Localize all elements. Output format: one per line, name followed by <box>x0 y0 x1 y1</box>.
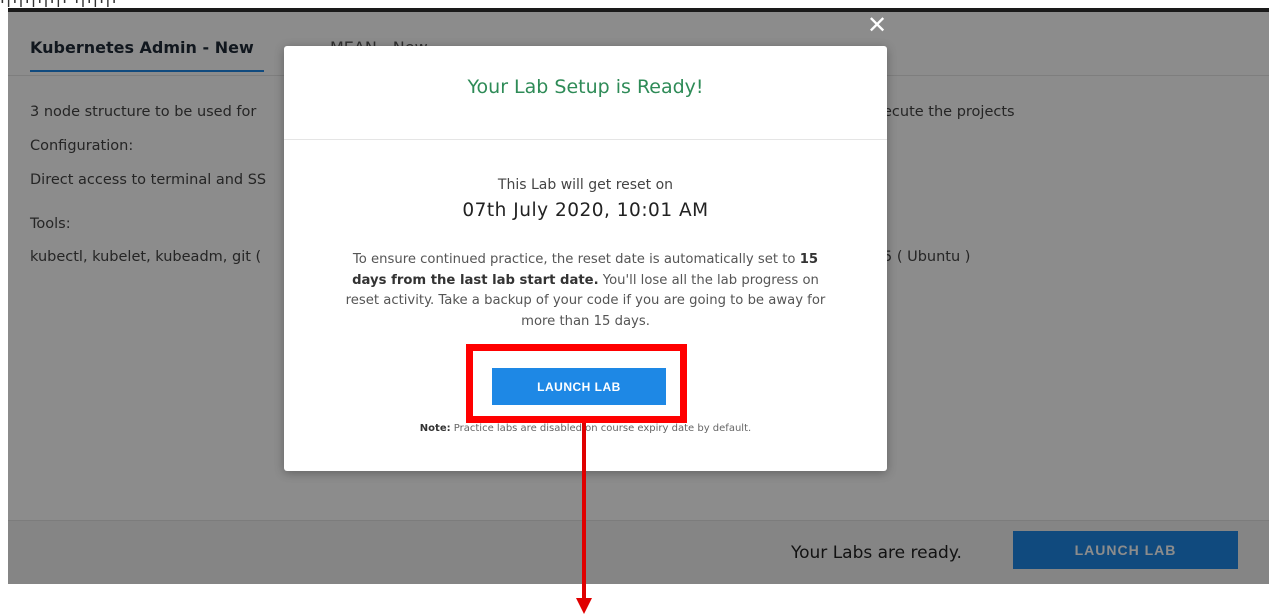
reset-label: This Lab will get reset on <box>497 177 674 193</box>
annotation-highlight-box <box>466 344 687 423</box>
annotation-arrow-head-icon <box>576 598 592 614</box>
annotation-arrow-line <box>582 423 586 601</box>
note-label: Note: <box>419 423 451 434</box>
info-text: To ensure continued practice, the reset … <box>352 252 800 267</box>
reset-info-text: To ensure continued practice, the reset … <box>340 250 831 332</box>
close-icon[interactable]: ✕ <box>866 12 888 38</box>
reset-date: 07th July 2020, 10:01 AM <box>462 200 709 221</box>
modal-header: Your Lab Setup is Ready! <box>284 46 887 140</box>
modal-title: Your Lab Setup is Ready! <box>467 76 704 98</box>
cut-off-caption: ı|ı|ı|ı|ı|ı ı|ı|ı|ı <box>0 0 1269 8</box>
page: ı|ı|ı|ı|ı|ı ı|ı|ı|ı Kubernetes Admin - N… <box>0 0 1269 616</box>
note-text: Practice labs are disabled on course exp… <box>450 423 752 434</box>
